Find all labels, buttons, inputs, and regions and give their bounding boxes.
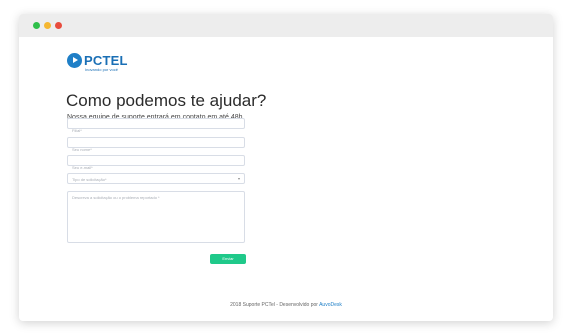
window-maximize-button[interactable] (55, 22, 62, 29)
footer: 2018 Suporte PCTel - Desenvolvido por Au… (19, 302, 553, 308)
request-type-label: Tipo de solicitação* (72, 177, 107, 182)
email-field[interactable] (67, 155, 245, 172)
brand-tagline: Inovando por você (85, 67, 118, 72)
name-input[interactable] (68, 145, 244, 154)
window-titlebar (19, 14, 553, 37)
branch-input[interactable] (68, 126, 244, 135)
chevron-down-icon[interactable] (238, 178, 240, 180)
brand-logo: PCTEL Inovando por você (67, 53, 147, 73)
branch-field[interactable] (67, 118, 245, 135)
request-type-select[interactable]: Tipo de solicitação* (67, 173, 245, 184)
brand-name: PCTEL (84, 53, 128, 68)
description-textarea[interactable] (68, 192, 244, 242)
page-title: Como podemos te ajudar? (66, 91, 267, 110)
play-icon (67, 53, 82, 68)
send-button[interactable]: Enviar (210, 254, 246, 264)
browser-window: PCTEL Inovando por você Como podemos te … (19, 14, 553, 321)
footer-link-auvodesk[interactable]: AuvoDesk (319, 302, 342, 308)
window-close-button[interactable] (33, 22, 40, 29)
email-input[interactable] (68, 163, 244, 172)
name-field[interactable] (67, 137, 245, 154)
footer-text: 2018 Suporte PCTel - Desenvolvido por (230, 302, 318, 308)
description-field[interactable] (67, 191, 245, 243)
window-minimize-button[interactable] (44, 22, 51, 29)
